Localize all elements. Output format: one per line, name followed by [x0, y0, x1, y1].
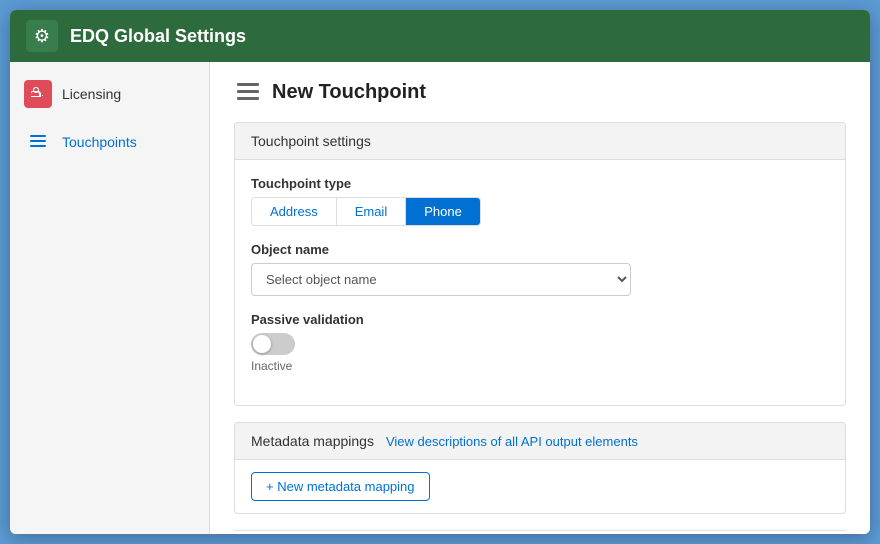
passive-validation-group: Passive validation Inactive: [251, 312, 829, 373]
passive-validation-toggle[interactable]: [251, 333, 295, 355]
touchpoints-icon: [24, 128, 52, 156]
settings-card-header: Touchpoint settings: [235, 123, 845, 160]
add-metadata-mapping-button[interactable]: + New metadata mapping: [251, 472, 430, 501]
object-name-select[interactable]: Select object name: [251, 263, 631, 296]
settings-card: Touchpoint settings Touchpoint type Addr…: [234, 122, 846, 406]
touchpoint-type-selector: Address Email Phone: [251, 197, 481, 226]
sidebar-item-touchpoints[interactable]: Touchpoints: [10, 118, 209, 166]
metadata-mappings-title: Metadata mappings: [251, 433, 374, 449]
sidebar-item-licensing[interactable]: Licensing: [10, 70, 209, 118]
content-header-icon: [234, 78, 262, 106]
object-name-group: Object name Select object name: [251, 242, 829, 296]
metadata-mappings-section: Metadata mappings View descriptions of a…: [234, 422, 846, 514]
toggle-thumb: [253, 335, 271, 353]
touchpoint-type-address[interactable]: Address: [252, 198, 337, 225]
sidebar-item-touchpoints-label: Touchpoints: [62, 134, 137, 150]
app-header-icon: ⚙: [26, 20, 58, 52]
object-name-label: Object name: [251, 242, 829, 257]
toggle-track: [251, 333, 295, 355]
page-title: New Touchpoint: [272, 81, 426, 104]
footer-divider: [234, 530, 846, 531]
touchpoint-type-email[interactable]: Email: [337, 198, 407, 225]
touchpoint-type-phone[interactable]: Phone: [406, 198, 480, 225]
app-header-title: EDQ Global Settings: [70, 26, 246, 47]
app-window: ⚙ EDQ Global Settings Licensing: [10, 10, 870, 534]
app-header: ⚙ EDQ Global Settings: [10, 10, 870, 62]
sidebar: Licensing Touchpoints: [10, 62, 210, 534]
passive-validation-status: Inactive: [251, 359, 829, 373]
sidebar-item-licensing-label: Licensing: [62, 86, 121, 102]
metadata-api-link[interactable]: View descriptions of all API output elem…: [386, 434, 638, 449]
passive-validation-toggle-wrapper: Inactive: [251, 333, 829, 373]
passive-validation-label: Passive validation: [251, 312, 829, 327]
main-body: Licensing Touchpoints: [10, 62, 870, 534]
settings-card-body: Touchpoint type Address Email Phone Obje…: [235, 160, 845, 405]
touchpoint-type-label: Touchpoint type: [251, 176, 829, 191]
content-header: New Touchpoint: [234, 78, 846, 106]
touchpoint-type-group: Touchpoint type Address Email Phone: [251, 176, 829, 226]
licensing-icon: [24, 80, 52, 108]
content-area: New Touchpoint Touchpoint settings Touch…: [210, 62, 870, 534]
metadata-mappings-header: Metadata mappings View descriptions of a…: [235, 423, 845, 460]
metadata-mappings-body: + New metadata mapping: [235, 460, 845, 513]
